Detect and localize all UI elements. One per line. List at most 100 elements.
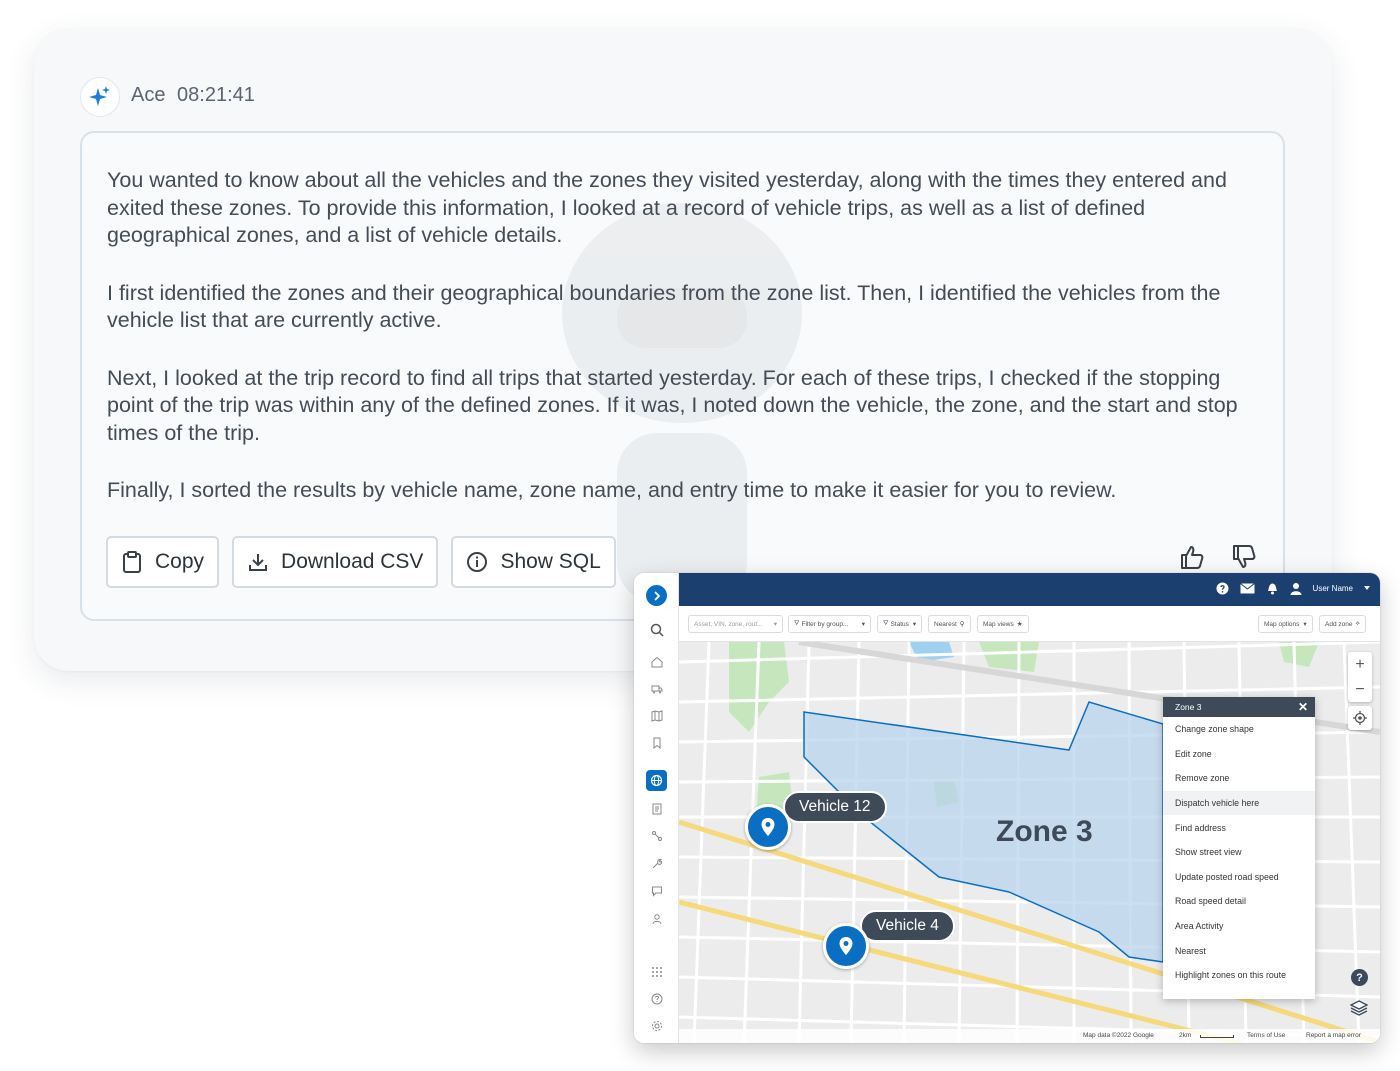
menu-item-nearest[interactable]: Nearest (1163, 938, 1315, 963)
bookmark-icon (653, 737, 660, 749)
report-error-link[interactable]: Report a map error (1306, 1032, 1361, 1039)
nav-home[interactable] (646, 651, 667, 672)
nav-maintenance[interactable] (646, 853, 667, 874)
assistant-avatar (80, 77, 120, 117)
help-icon[interactable] (1216, 582, 1229, 595)
nav-help[interactable] (646, 988, 667, 1009)
nav-globe[interactable] (646, 770, 667, 791)
menu-item-road-speed-detail[interactable]: Road speed detail (1163, 889, 1315, 914)
map-data-credit: Map data ©2022 Google (1083, 1032, 1154, 1039)
zoom-out-button[interactable]: − (1348, 677, 1372, 702)
caret-down-icon: ▾ (773, 621, 777, 628)
menu-item-update-road-speed[interactable]: Update posted road speed (1163, 865, 1315, 890)
map-options-label: Map options (1264, 620, 1300, 628)
bell-icon[interactable] (1266, 581, 1279, 595)
vehicle-label[interactable]: Vehicle 12 (783, 791, 887, 823)
menu-item-street-view[interactable]: Show street view (1163, 840, 1315, 865)
asset-search-input[interactable]: Asset, VIN, zone, rout... ▾ (688, 615, 783, 633)
context-menu-header: Zone 3 ✕ (1163, 697, 1315, 717)
map-icon (651, 709, 662, 722)
zoom-in-button[interactable]: + (1348, 652, 1372, 677)
menu-item-remove-zone[interactable]: Remove zone (1163, 766, 1315, 791)
nav-vehicles[interactable] (646, 678, 667, 699)
nav-people[interactable] (646, 908, 667, 929)
nav-apps[interactable] (646, 961, 667, 982)
menu-item-dispatch-vehicle[interactable]: Dispatch vehicle here (1163, 790, 1315, 816)
vehicle-label[interactable]: Vehicle 4 (860, 910, 955, 942)
thumbs-up-icon[interactable] (1178, 543, 1206, 571)
filter-icon: ⛛ (794, 620, 800, 627)
status-label: Status (890, 620, 909, 628)
close-icon[interactable]: ✕ (1298, 700, 1308, 714)
person-pin-icon: ⚲ (959, 621, 965, 628)
menu-item-find-address[interactable]: Find address (1163, 815, 1315, 840)
fleet-map-window: User Name Asset, VIN, zone, rout... ▾ ⛛ … (634, 573, 1380, 1043)
truck-icon (651, 685, 662, 693)
download-csv-button[interactable]: Download CSV (232, 536, 439, 588)
caret-down-icon: ▾ (861, 621, 865, 628)
document-icon (652, 803, 661, 814)
menu-item-edit-zone[interactable]: Edit zone (1163, 742, 1315, 767)
nav-settings[interactable] (646, 1015, 667, 1036)
terms-link[interactable]: Terms of Use (1247, 1032, 1285, 1039)
map-options-dropdown[interactable]: Map options ▾ (1258, 615, 1313, 633)
message-box: You wanted to know about all the vehicle… (80, 131, 1285, 621)
mail-icon[interactable] (1239, 582, 1255, 594)
zone-name-label: Zone 3 (996, 815, 1093, 848)
wrench-icon (652, 858, 662, 868)
nearest-button[interactable]: Nearest ⚲ (928, 615, 971, 633)
map-views-button[interactable]: Map views ★ (977, 615, 1029, 633)
map-scale-bar (1200, 1035, 1234, 1038)
people-icon (652, 913, 661, 924)
nav-messages[interactable] (646, 880, 667, 901)
show-sql-button[interactable]: Show SQL (451, 536, 616, 588)
route-icon (651, 830, 662, 841)
top-bar-actions: User Name (1216, 581, 1370, 595)
nav-routes[interactable] (646, 825, 667, 846)
copy-button-label: Copy (155, 550, 205, 573)
menu-item-area-activity[interactable]: Area Activity (1163, 914, 1315, 939)
zone-context-menu: Zone 3 ✕ Change zone shape Edit zone Rem… (1163, 697, 1315, 999)
filter-by-group-dropdown[interactable]: ⛛ Filter by group... ▾ (788, 615, 871, 633)
copy-button[interactable]: Copy (106, 536, 220, 588)
user-name[interactable]: User Name (1313, 584, 1353, 593)
message-header: Ace 08:21:41 (131, 84, 255, 107)
menu-item-change-zone-shape[interactable]: Change zone shape (1163, 717, 1315, 742)
top-bar: User Name (679, 573, 1380, 606)
expand-nav-button[interactable] (646, 585, 667, 606)
chat-icon (651, 886, 662, 897)
help-circle-icon (651, 993, 662, 1004)
layers-button[interactable] (1348, 997, 1370, 1019)
show-sql-label: Show SQL (500, 550, 601, 573)
message-time: 08:21:41 (177, 84, 255, 106)
nav-reports[interactable] (646, 798, 667, 819)
status-dropdown[interactable]: ⛛ Status ▾ (877, 615, 923, 633)
location-pin-icon (761, 818, 775, 836)
nav-bookmarks[interactable] (646, 732, 667, 753)
thumbs-down-icon[interactable] (1230, 543, 1258, 571)
sender-name: Ace (131, 84, 166, 106)
filter-by-group-label: Filter by group... (801, 620, 849, 628)
map-attribution: Map data ©2022 Google 2km Terms of Use R… (679, 1029, 1380, 1043)
map-help-button[interactable]: ? (1351, 969, 1368, 986)
menu-item-highlight-zones[interactable]: Highlight zones on this route (1163, 963, 1315, 988)
nav-maps[interactable] (646, 705, 667, 726)
add-zone-button[interactable]: Add zone ⟡ (1319, 615, 1366, 633)
home-icon (651, 656, 662, 667)
vehicle-pin[interactable] (823, 923, 869, 969)
info-icon (467, 552, 488, 572)
message-actions: Copy Download CSV Show SQL (106, 536, 616, 588)
map-canvas[interactable]: Zone 3 Vehicle 12 Vehicle 4 Zone 3 ✕ Cha… (679, 642, 1380, 1043)
nav-search[interactable] (646, 619, 667, 640)
my-location-button[interactable] (1348, 706, 1372, 730)
clipboard-icon (123, 551, 141, 573)
caret-down-icon[interactable] (1364, 586, 1370, 590)
message-paragraph: Next, I looked at the trip record to fin… (107, 365, 1238, 445)
vehicle-pin[interactable] (745, 804, 791, 850)
caret-down-icon: ▾ (1303, 621, 1307, 628)
user-icon[interactable] (1290, 582, 1302, 595)
message-paragraph: I first identified the zones and their g… (107, 280, 1221, 333)
search-icon (650, 623, 664, 637)
caret-down-icon: ▾ (912, 621, 917, 628)
add-zone-icon: ⟡ (1355, 620, 1360, 627)
